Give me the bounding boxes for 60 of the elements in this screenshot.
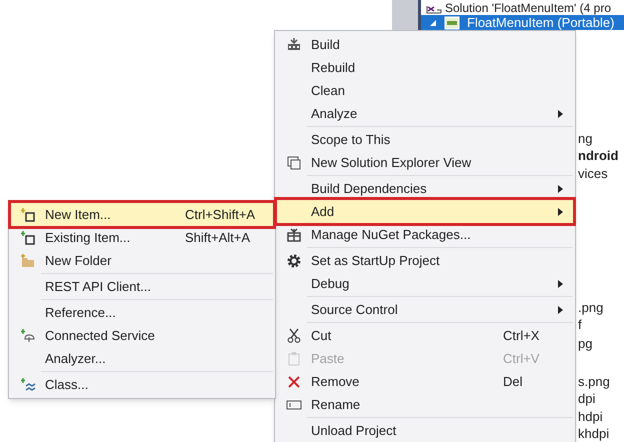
submenu-arrow-icon <box>558 280 563 288</box>
shortcut-label: Ctrl+V <box>503 350 540 368</box>
menu-item[interactable]: Rebuild <box>277 56 573 79</box>
submenu-arrow-icon <box>558 184 563 192</box>
shortcut-label: Del <box>503 372 523 391</box>
tree-item-text: f <box>578 317 582 332</box>
scissors-icon <box>286 328 302 344</box>
tree-item-text: s.png <box>578 374 610 389</box>
menu-item[interactable]: Clean <box>277 79 573 102</box>
menu-item[interactable]: Rename <box>277 393 573 416</box>
menu-item[interactable]: New Folder <box>11 249 273 272</box>
settings-icon <box>286 252 302 268</box>
file-icon <box>20 230 36 246</box>
tree-item-text: hdpi <box>578 409 603 424</box>
tree-item-text: vices <box>578 166 608 181</box>
tree-item-text: khdpi <box>578 426 610 441</box>
tree-item-text: dpi <box>578 391 596 406</box>
menu-item[interactable]: Connected Service <box>11 324 273 347</box>
submenu-arrow-icon <box>558 110 563 118</box>
menu-item[interactable]: Unload Project <box>277 419 573 442</box>
menu-item[interactable]: Scope to This <box>277 128 573 151</box>
panel-edge <box>392 0 421 30</box>
clipboard-icon <box>286 350 302 366</box>
close-icon <box>286 374 302 390</box>
menu-item[interactable]: Cut Ctrl+X <box>277 324 573 347</box>
menu-item[interactable]: Existing Item... Shift+Alt+A <box>11 226 273 249</box>
submenu-arrow-icon <box>558 306 563 314</box>
menu-item[interactable]: REST API Client... <box>11 275 273 298</box>
shortcut-label: Shift+Alt+A <box>185 228 250 247</box>
menu-item[interactable]: Reference... <box>11 301 273 324</box>
tree-item[interactable]: Solution 'FloatMenuItem' (4 pro <box>421 0 624 15</box>
shortcut-label: Ctrl+Shift+A <box>185 206 256 224</box>
submenu-arrow-icon <box>558 208 563 216</box>
windows-icon <box>286 154 302 170</box>
menu-item[interactable]: Class... <box>11 373 273 396</box>
menu-item[interactable]: Analyzer... <box>11 347 273 370</box>
tree-item-text: ng <box>578 131 592 146</box>
tree-item-text: .png <box>578 300 604 315</box>
class-icon <box>20 376 36 392</box>
tree-item-text: ndroid <box>578 148 618 163</box>
connected-service-icon <box>20 328 36 344</box>
package-icon <box>286 226 302 242</box>
expand-arrow-icon <box>429 18 437 26</box>
tree-item[interactable]: FloatMenuItem (Portable) <box>421 15 624 30</box>
menu-item[interactable]: New Solution Explorer View <box>277 151 573 174</box>
shortcut-label: Ctrl+X <box>503 326 540 345</box>
menu-item[interactable]: Set as StartUp Project <box>277 249 573 272</box>
new-file-icon <box>20 206 36 222</box>
menu-item[interactable]: New Item... Ctrl+Shift+A <box>11 203 273 226</box>
folder-icon <box>20 252 36 268</box>
menu-item[interactable]: Analyze <box>277 102 573 125</box>
menu-item[interactable]: Manage NuGet Packages... <box>277 223 573 246</box>
menu-item[interactable]: Add <box>277 200 573 223</box>
menu-item[interactable]: Build <box>277 33 573 56</box>
menu-item[interactable]: Remove Del <box>277 370 573 393</box>
tree-item-text: pg <box>578 336 592 351</box>
menu-item[interactable]: Source Control <box>277 298 573 321</box>
menu-item[interactable]: Debug <box>277 272 573 295</box>
build-icon <box>286 36 302 52</box>
menu-item[interactable]: Build Dependencies <box>277 177 573 200</box>
